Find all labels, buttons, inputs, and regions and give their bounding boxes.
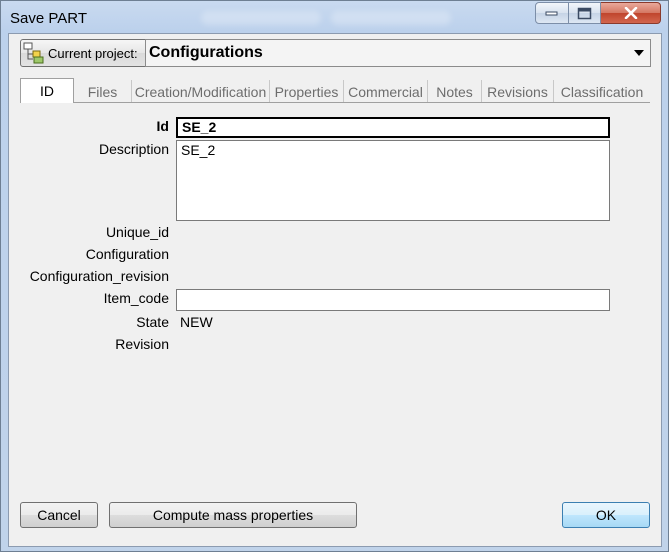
- tab-id[interactable]: ID: [20, 78, 74, 103]
- title-bar-glass: [331, 11, 451, 25]
- item-code-field[interactable]: [176, 289, 610, 311]
- minimize-icon: [545, 11, 558, 16]
- current-project-label: Current project:: [48, 45, 138, 61]
- close-button[interactable]: [601, 2, 661, 24]
- title-bar[interactable]: Save PART: [1, 1, 668, 35]
- project-select-value: Configurations: [149, 44, 263, 61]
- unique-id-label: Unique_id: [105, 224, 169, 240]
- close-icon: [624, 7, 637, 19]
- minimize-button[interactable]: [535, 2, 569, 24]
- project-select[interactable]: Configurations: [145, 39, 651, 67]
- id-label: Id: [156, 118, 169, 134]
- state-value: NEW: [180, 314, 213, 330]
- chevron-down-icon: [634, 50, 644, 56]
- tab-files[interactable]: Files: [74, 80, 132, 102]
- tab-bar: ID Files Creation/Modification Propertie…: [20, 78, 650, 103]
- item-code-label: Item_code: [103, 290, 169, 306]
- maximize-button[interactable]: [569, 2, 601, 24]
- project-tree-icon: [23, 42, 44, 64]
- maximize-icon: [577, 7, 591, 19]
- tab-commercial[interactable]: Commercial: [344, 80, 428, 102]
- dialog-window: Save PART Current project: Configuration…: [0, 0, 669, 552]
- description-field[interactable]: SE_2: [176, 140, 610, 221]
- configuration-revision-label: Configuration_revision: [29, 268, 169, 284]
- id-field[interactable]: SE_2: [176, 117, 610, 138]
- revision-label: Revision: [115, 336, 169, 352]
- compute-mass-properties-button[interactable]: Compute mass properties: [109, 502, 357, 528]
- tab-notes[interactable]: Notes: [428, 80, 482, 102]
- tab-properties[interactable]: Properties: [270, 80, 344, 102]
- current-project-button[interactable]: Current project:: [20, 39, 148, 67]
- description-label: Description: [98, 141, 169, 157]
- state-label: State: [136, 314, 169, 330]
- dialog-body: Current project: Configurations ID Files…: [8, 33, 662, 547]
- tab-revisions[interactable]: Revisions: [482, 80, 554, 102]
- window-title: Save PART: [10, 10, 87, 27]
- tab-classification[interactable]: Classification: [554, 80, 650, 102]
- tab-creation-modification[interactable]: Creation/Modification: [132, 80, 270, 102]
- cancel-button[interactable]: Cancel: [20, 502, 98, 528]
- ok-button[interactable]: OK: [562, 502, 650, 528]
- configuration-label: Configuration: [85, 246, 169, 262]
- title-bar-glass: [201, 11, 321, 25]
